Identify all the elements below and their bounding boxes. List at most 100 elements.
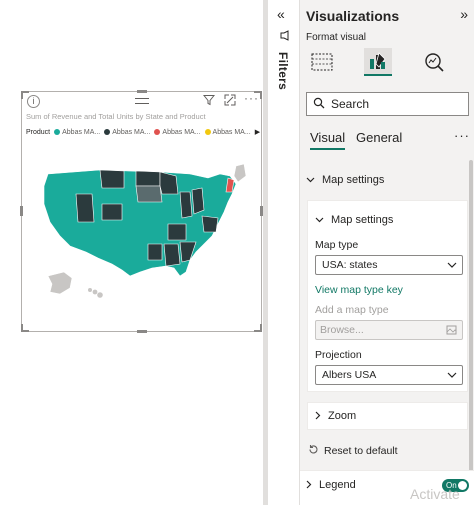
resize-handle-left[interactable]: [20, 206, 23, 216]
chevron-right-icon: [306, 480, 312, 491]
projection-value: Albers USA: [322, 369, 377, 381]
state-dark: [167, 223, 187, 241]
state-dark: [147, 243, 163, 261]
state-dark: [75, 193, 95, 223]
tab-general[interactable]: General: [356, 130, 402, 145]
format-visual-button[interactable]: [364, 48, 392, 76]
chevron-down-icon: [447, 256, 457, 281]
legend-dot: [154, 129, 161, 135]
usa-states-map[interactable]: [40, 164, 252, 300]
map-settings-inner-header[interactable]: Map settings: [315, 214, 393, 226]
legend-item[interactable]: Abbas MA...: [54, 129, 100, 136]
chevron-down-icon: [447, 366, 457, 391]
filters-label[interactable]: Filters: [276, 52, 290, 90]
resize-handle-bottom-left-v[interactable]: [21, 324, 23, 332]
paintbrush-chart-icon: [370, 52, 386, 69]
format-tabs: Visual General ···: [310, 128, 470, 152]
info-icon[interactable]: i: [27, 95, 40, 108]
collapse-filters-icon[interactable]: «: [277, 6, 285, 22]
search-box[interactable]: [306, 92, 469, 116]
expand-pane-icon[interactable]: »: [460, 6, 468, 22]
state-alaska: [47, 271, 73, 295]
visual-legend: Product Abbas MA... Abbas MA... Abbas MA…: [26, 128, 260, 137]
legend-item-label: Abbas MA...: [112, 128, 151, 136]
zoom-card[interactable]: Zoom: [307, 402, 468, 430]
browse-placeholder: Browse...: [320, 324, 364, 336]
visual-tool-icons: [306, 48, 466, 78]
state-hawaii: [88, 288, 92, 292]
map-type-label: Map type: [315, 239, 359, 251]
tab-visual[interactable]: Visual: [310, 130, 346, 150]
section-title: Map settings: [331, 214, 394, 226]
state-dark: [191, 187, 205, 215]
visual-header: i ···: [22, 91, 261, 110]
build-visual-icon: [311, 53, 333, 71]
resize-handle-bottom[interactable]: [137, 330, 147, 333]
browse-input[interactable]: Browse...: [315, 320, 463, 340]
chevron-down-icon: [306, 175, 315, 185]
legend-item[interactable]: Abbas MA...: [104, 129, 150, 136]
more-options-icon[interactable]: ···: [244, 91, 259, 105]
visual-title: Sum of Revenue and Total Units by State …: [26, 112, 206, 121]
state-gray: [233, 164, 247, 183]
search-input[interactable]: [331, 97, 451, 111]
pane-scrollbar[interactable]: [469, 160, 473, 500]
state-dark: [135, 170, 161, 187]
filters-pane[interactable]: « Filters: [263, 0, 299, 505]
state-dark: [179, 191, 193, 219]
legend-item-label: Abbas MA...: [162, 128, 201, 136]
more-options-icon[interactable]: ···: [454, 128, 470, 143]
projection-dropdown[interactable]: Albers USA: [315, 365, 463, 385]
legend-item[interactable]: Abbas MA...: [154, 128, 201, 136]
state-hawaii: [92, 289, 98, 295]
legend-dot: [54, 129, 61, 135]
map-settings-card: Map settings Map type USA: states View m…: [307, 200, 468, 392]
activate-watermark: Activate: [410, 486, 460, 502]
legend-dot: [204, 129, 211, 135]
resize-handle-bottom-right-v[interactable]: [260, 324, 262, 332]
legend-next-icon[interactable]: ▶: [255, 128, 260, 136]
pane-title: Visualizations: [306, 8, 400, 24]
filter-icon[interactable]: [202, 94, 216, 109]
state-mid: [135, 185, 163, 203]
image-icon: [446, 322, 457, 345]
state-hawaii: [97, 292, 103, 298]
legend-item[interactable]: Abbas MA...: [204, 128, 251, 136]
focus-mode-icon[interactable]: [224, 94, 236, 109]
legend-item-label: Abbas MA...: [62, 128, 101, 136]
analytics-magnifier-icon: [425, 53, 444, 72]
format-visual-label: Format visual: [306, 32, 367, 43]
visualizations-pane: Visualizations » Format visual Visual Ge…: [299, 0, 474, 505]
search-icon: [313, 97, 325, 112]
report-canvas[interactable]: i ··· Sum of Revenue and Total Units by …: [0, 0, 263, 505]
reset-label: Reset to default: [324, 445, 398, 457]
power-bi-report-editor: i ··· Sum of Revenue and Total Units by …: [0, 0, 474, 505]
view-map-type-key-link[interactable]: View map type key: [315, 284, 403, 296]
state-dark: [99, 169, 125, 189]
map-type-value: USA: states: [322, 259, 378, 271]
drag-handle-icon[interactable]: [135, 98, 149, 104]
map-type-dropdown[interactable]: USA: states: [315, 255, 463, 275]
filters-funnel-icon: [280, 30, 291, 44]
section-title: Zoom: [328, 410, 357, 422]
legend-title: Product: [26, 128, 51, 136]
analytics-button[interactable]: [420, 48, 448, 76]
state-dark: [201, 215, 219, 233]
reset-to-default-button[interactable]: Reset to default: [308, 444, 398, 458]
chevron-down-icon: [315, 215, 324, 225]
projection-label: Projection: [315, 349, 362, 361]
map-visual[interactable]: i ··· Sum of Revenue and Total Units by …: [20, 90, 263, 333]
build-visual-button[interactable]: [308, 48, 336, 76]
state-dark: [101, 203, 123, 221]
legend-item-label: Abbas MA...: [212, 128, 251, 136]
zoom-header[interactable]: Zoom: [315, 410, 356, 422]
reset-icon: [308, 444, 319, 458]
legend-header[interactable]: Legend: [306, 479, 356, 491]
legend-dot: [104, 129, 111, 135]
chevron-right-icon: [315, 411, 321, 422]
section-title: Legend: [319, 479, 356, 491]
map-settings-outer-header[interactable]: Map settings: [306, 174, 384, 186]
state-dark: [163, 243, 181, 267]
section-title: Map settings: [322, 174, 385, 186]
add-map-type-label: Add a map type: [315, 304, 389, 316]
